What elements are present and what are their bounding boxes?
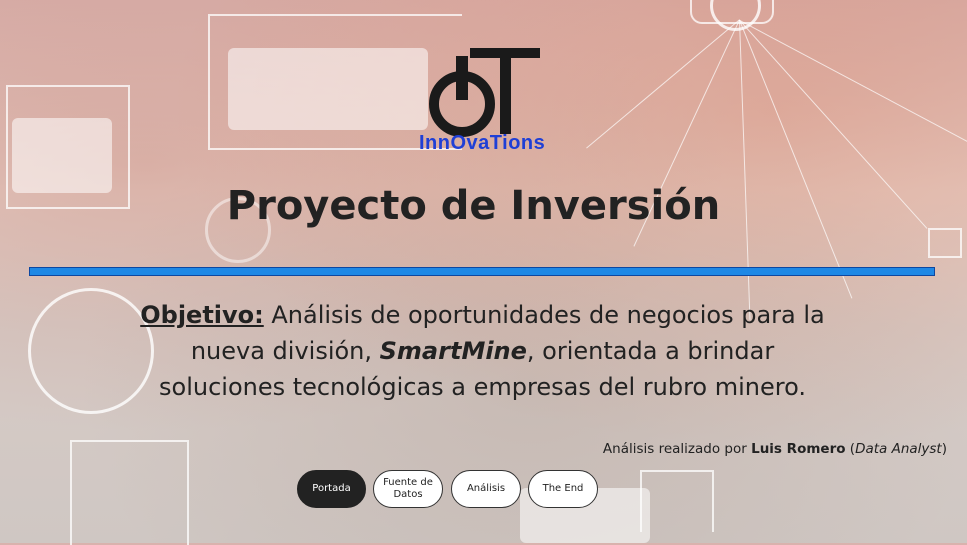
decor-frame-bottom-left [70, 440, 189, 545]
accent-divider [29, 267, 935, 276]
page-title: Proyecto de Inversión [226, 183, 721, 229]
decor-frame-bottom-right [640, 470, 714, 532]
nav-button-analisis[interactable]: Análisis [451, 470, 521, 508]
credit-role-close: ) [941, 441, 947, 457]
nav-button-the-end[interactable]: The End [528, 470, 598, 508]
nav-button-portada[interactable]: Portada [297, 470, 366, 508]
credit-author: Luis Romero [751, 441, 846, 457]
credit-role: Data Analyst [855, 441, 942, 457]
credit-role-open: ( [845, 441, 856, 457]
objective-brand: SmartMine [379, 337, 527, 365]
objective-paragraph: Objetivo: Análisis de oportunidades de n… [130, 297, 835, 405]
nav-button-fuente-de-datos[interactable]: Fuente de Datos [373, 470, 443, 508]
excavator-illustration [228, 48, 428, 130]
decor-frame-right [928, 228, 962, 258]
objective-label: Objetivo: [140, 301, 264, 329]
credit-prefix: Análisis realizado por [602, 441, 752, 457]
author-credit: Análisis realizado por Luis Romero (Data… [603, 441, 947, 457]
truck-illustration-left [12, 118, 112, 193]
logo-wordmark: InnOvaTions [419, 132, 546, 154]
